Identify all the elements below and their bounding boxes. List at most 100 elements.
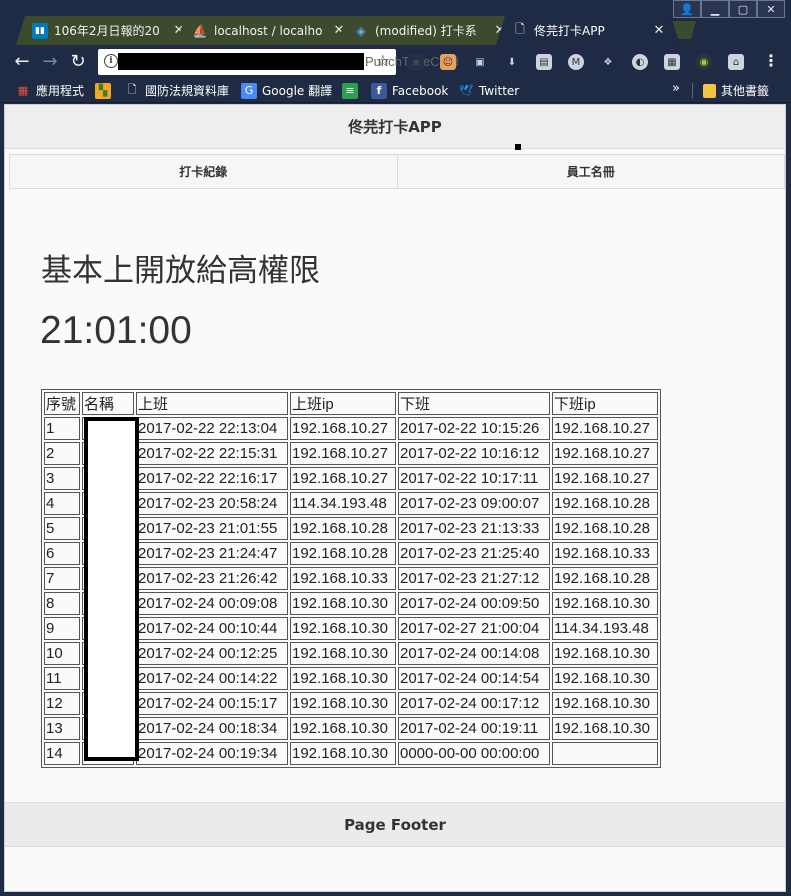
cell-clock-out-ip: 192.168.10.30 <box>552 692 658 715</box>
cell-clock-out: 2017-02-27 21:00:04 <box>398 617 550 640</box>
cell-clock-in: 2017-02-22 22:13:04 <box>136 417 288 440</box>
bookmark-apps[interactable]: ▦ 應用程式 <box>15 82 84 99</box>
bookmark-label: Google 翻譯 <box>262 84 333 98</box>
extension-icon[interactable]: ▪ <box>408 54 424 70</box>
cell-clock-out: 2017-02-23 21:25:40 <box>398 542 550 565</box>
nav-punch-records[interactable]: 打卡紀錄 <box>10 155 397 188</box>
cell-no: 14 <box>44 742 80 765</box>
cell-clock-out-ip: 114.34.193.48 <box>552 617 658 640</box>
dropbox-icon[interactable]: ❖ <box>600 54 616 70</box>
cell-clock-out: 2017-02-23 21:27:12 <box>398 567 550 590</box>
cell-clock-out: 2017-02-22 10:16:12 <box>398 442 550 465</box>
close-window-icon[interactable]: ✕ <box>757 0 785 18</box>
cell-clock-in: 2017-02-24 00:18:34 <box>136 717 288 740</box>
bookmark-other[interactable]: 其他書籤 <box>703 82 769 99</box>
back-icon[interactable]: ← <box>10 49 34 73</box>
cell-clock-in: 2017-02-22 22:15:31 <box>136 442 288 465</box>
col-header-clock-in: 上班 <box>136 392 288 415</box>
cell-clock-in: 2017-02-22 22:16:17 <box>136 467 288 490</box>
cell-no: 2 <box>44 442 80 465</box>
cell-no: 3 <box>44 467 80 490</box>
cell-no: 8 <box>44 592 80 615</box>
cell-clock-out-ip: 192.168.10.30 <box>552 592 658 615</box>
cell-no: 12 <box>44 692 80 715</box>
extension-circle-icon[interactable]: ◐ <box>632 54 648 70</box>
cell-clock-out-ip: 192.168.10.27 <box>552 467 658 490</box>
browser-tab-1[interactable]: ⛵ localhost / localho ✕ <box>176 16 360 45</box>
bookmark-green[interactable]: ≡ <box>342 82 363 99</box>
cell-clock-out: 2017-02-24 00:14:54 <box>398 667 550 690</box>
cell-clock-in-ip: 192.168.10.30 <box>290 692 396 715</box>
bookmark-law-db[interactable]: 🗋 國防法規資料庫 <box>124 82 229 99</box>
cell-no: 11 <box>44 667 80 690</box>
bookmark-label: 其他書籤 <box>721 84 770 98</box>
tab-close-icon[interactable]: ✕ <box>652 23 666 38</box>
bookmarks-bar: ▦ 應用程式 ▚ 🗋 國防法規資料庫 G Google 翻譯 ≡ f Faceb… <box>0 78 791 103</box>
cell-clock-out: 2017-02-24 00:09:50 <box>398 592 550 615</box>
cell-clock-in: 2017-02-24 00:15:17 <box>136 692 288 715</box>
profile-icon[interactable]: 👤 <box>673 0 701 18</box>
cell-no: 10 <box>44 642 80 665</box>
tab-title: 106年2月日報的20 <box>54 24 160 38</box>
browser-tab-3[interactable]: 🗋 佟芫打卡APP ✕ <box>496 16 680 45</box>
trello-icon: ▮▮ <box>32 23 48 39</box>
cell-clock-out: 2017-02-24 00:14:08 <box>398 642 550 665</box>
cell-clock-out: 2017-02-22 10:17:11 <box>398 467 550 490</box>
cell-clock-out-ip: 192.168.10.30 <box>552 667 658 690</box>
nav-employee-list[interactable]: 員工名冊 <box>396 155 785 188</box>
extension-face-icon[interactable]: ☺ <box>440 54 456 70</box>
col-header-no: 序號 <box>44 392 80 415</box>
minimize-icon[interactable]: ▁ <box>701 0 729 18</box>
extension-note-icon[interactable]: ▤ <box>536 54 552 70</box>
bookmark-photo[interactable]: ▚ <box>95 82 116 99</box>
cell-no: 9 <box>44 617 80 640</box>
browser-tab-0[interactable]: ▮▮ 106年2月日報的20 ✕ <box>16 16 200 45</box>
extension-grid-icon[interactable]: ▦ <box>664 54 680 70</box>
browser-tab-2[interactable]: ◈ (modified) 打卡系 ✕ <box>337 16 521 45</box>
tab-title: (modified) 打卡系 <box>375 24 477 38</box>
cell-clock-in-ip: 192.168.10.28 <box>290 517 396 540</box>
redacted-names <box>84 417 139 761</box>
bookmark-star-icon[interactable]: ☆ <box>376 51 390 70</box>
cell-clock-in-ip: 192.168.10.27 <box>290 417 396 440</box>
cell-clock-out-ip: 192.168.10.28 <box>552 567 658 590</box>
forward-icon[interactable]: → <box>38 49 62 73</box>
table-header-row: 序號 名稱 上班 上班ip 下班 下班ip <box>44 392 658 415</box>
info-icon[interactable]: i <box>104 54 118 68</box>
cell-clock-in: 2017-02-24 00:09:08 <box>136 592 288 615</box>
screenshot-icon[interactable]: ▣ <box>472 54 488 70</box>
browser-toolbar: ← → ↻ i PunchTimeCard ☆ ▪ ☺ ▣ ⬇ ▤ M ❖ ◐ … <box>0 45 791 78</box>
bookmark-google-translate[interactable]: G Google 翻譯 <box>241 82 332 99</box>
cell-clock-out-ip <box>552 742 658 765</box>
address-bar[interactable]: i PunchTimeCard ☆ <box>98 49 458 75</box>
reload-icon[interactable]: ↻ <box>66 49 90 73</box>
green-bookmark-icon: ≡ <box>342 82 358 99</box>
browser-menu-icon[interactable]: ⋮ <box>763 51 779 70</box>
cell-clock-out-ip: 192.168.10.28 <box>552 492 658 515</box>
pdf-icon[interactable]: ⌂ <box>728 54 744 70</box>
cell-clock-in-ip: 192.168.10.30 <box>290 742 396 765</box>
download-icon[interactable]: ⬇ <box>504 54 520 70</box>
cell-clock-in-ip: 192.168.10.30 <box>290 617 396 640</box>
cell-no: 1 <box>44 417 80 440</box>
col-header-name: 名稱 <box>82 392 134 415</box>
bookmark-label: 應用程式 <box>36 84 85 98</box>
footer-text: Page Footer <box>344 815 446 834</box>
maximize-icon[interactable]: ▢ <box>729 0 757 18</box>
bookmark-facebook[interactable]: f Facebook <box>371 82 448 99</box>
color-picker-icon[interactable]: ◉ <box>696 54 712 70</box>
col-header-clock-out-ip: 下班ip <box>552 392 658 415</box>
cell-clock-in-ip: 114.34.193.48 <box>290 492 396 515</box>
tab-title: 佟芫打卡APP <box>534 24 605 38</box>
bookmarks-overflow-icon[interactable]: » <box>672 81 680 96</box>
clock-display: 21:01:00 <box>40 309 192 352</box>
bookmarks-divider <box>692 83 693 98</box>
cell-clock-in-ip: 192.168.10.30 <box>290 592 396 615</box>
cell-clock-in: 2017-02-24 00:12:25 <box>136 642 288 665</box>
artifact-mark <box>515 144 521 150</box>
bookmark-twitter[interactable]: 🕊 Twitter <box>458 82 519 99</box>
extension-m-icon[interactable]: M <box>568 54 584 70</box>
cell-clock-in-ip: 192.168.10.28 <box>290 542 396 565</box>
facebook-icon: f <box>371 82 387 99</box>
cell-clock-in: 2017-02-24 00:10:44 <box>136 617 288 640</box>
